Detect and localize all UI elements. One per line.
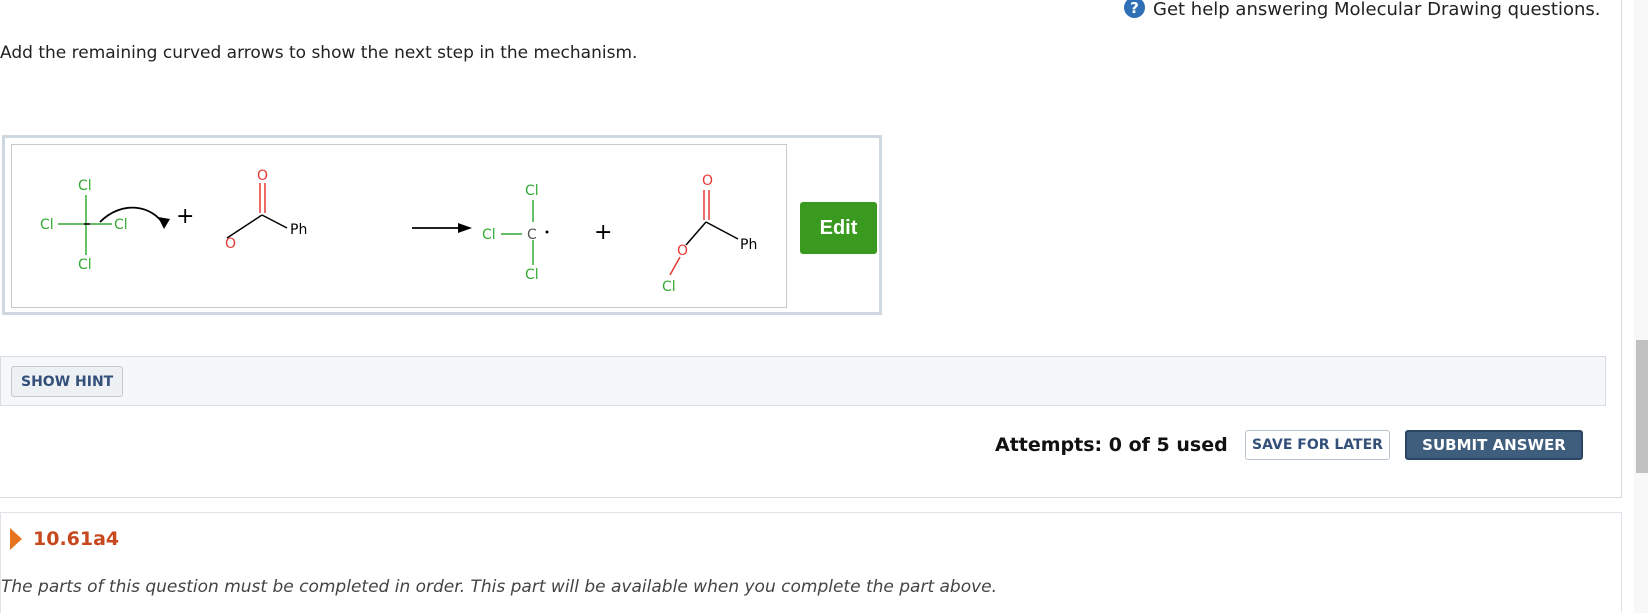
ccl4-molecule: Cl Cl Cl Cl bbox=[40, 178, 128, 273]
question-icon: ? bbox=[1124, 0, 1145, 18]
hint-bar: SHOW HINT bbox=[0, 356, 1606, 406]
peroxy-radical: O O Ph bbox=[225, 168, 307, 252]
reaction-arrow-head bbox=[458, 223, 472, 233]
acyl-peroxide-product: O O Ph Cl bbox=[662, 173, 757, 295]
radical-dot bbox=[545, 230, 549, 234]
edit-button[interactable]: Edit bbox=[800, 202, 877, 254]
molecular-drawing-panel: Cl Cl Cl Cl + O O Ph Cl Cl C Cl + O O Ph… bbox=[2, 135, 882, 315]
section-divider bbox=[0, 497, 1622, 498]
curved-arrow-head bbox=[158, 217, 170, 229]
ccl4-cl-top: Cl bbox=[78, 178, 92, 194]
scrollbar-thumb[interactable] bbox=[1636, 340, 1648, 473]
ccl3-cl-top: Cl bbox=[525, 183, 539, 199]
reactant-o-carbonyl: O bbox=[257, 168, 268, 184]
scrollbar-track[interactable] bbox=[1634, 0, 1648, 613]
ccl4-cl-right: Cl bbox=[114, 217, 128, 233]
show-hint-button[interactable]: SHOW HINT bbox=[11, 366, 124, 397]
collapse-triangle-icon[interactable] bbox=[10, 528, 22, 550]
submit-answer-button[interactable]: SUBMIT ANSWER bbox=[1405, 430, 1583, 460]
help-link-text[interactable]: Get help answering Molecular Drawing que… bbox=[1153, 0, 1601, 20]
ccl3-radical: Cl Cl C Cl bbox=[482, 183, 549, 283]
plus-sign-1: + bbox=[176, 204, 194, 229]
product-o-ether: O bbox=[677, 243, 688, 259]
ccl4-cl-left: Cl bbox=[40, 217, 54, 233]
part-locked-note: The parts of this question must be compl… bbox=[1, 577, 998, 597]
product-cl: Cl bbox=[662, 279, 676, 295]
mechanism-drawing: Cl Cl Cl Cl + O O Ph Cl Cl C Cl + O O Ph… bbox=[40, 168, 757, 295]
ccl3-c-center: C bbox=[527, 227, 537, 243]
plus-sign-2: + bbox=[594, 220, 612, 245]
question-prompt: Add the remaining curved arrows to show … bbox=[0, 43, 638, 63]
reactant-o-radical: O bbox=[225, 236, 236, 252]
mechanism-canvas[interactable]: Cl Cl Cl Cl + O O Ph Cl Cl C Cl + O O Ph… bbox=[11, 144, 787, 308]
reactant-ph: Ph bbox=[290, 222, 307, 238]
product-o-carbonyl: O bbox=[702, 173, 713, 189]
ccl4-cl-bottom: Cl bbox=[78, 257, 92, 273]
next-part-panel: 10.61a4 The parts of this question must … bbox=[0, 512, 1622, 613]
part-title[interactable]: 10.61a4 bbox=[33, 528, 119, 550]
attempts-counter: Attempts: 0 of 5 used bbox=[995, 434, 1228, 456]
section-border-right bbox=[1621, 0, 1622, 498]
help-link[interactable]: ? Get help answering Molecular Drawing q… bbox=[1124, 0, 1601, 20]
ccl3-cl-bottom: Cl bbox=[525, 267, 539, 283]
product-ph: Ph bbox=[740, 237, 757, 253]
save-for-later-button[interactable]: SAVE FOR LATER bbox=[1245, 430, 1390, 460]
ccl3-cl-left: Cl bbox=[482, 227, 496, 243]
curved-arrow bbox=[99, 206, 165, 226]
